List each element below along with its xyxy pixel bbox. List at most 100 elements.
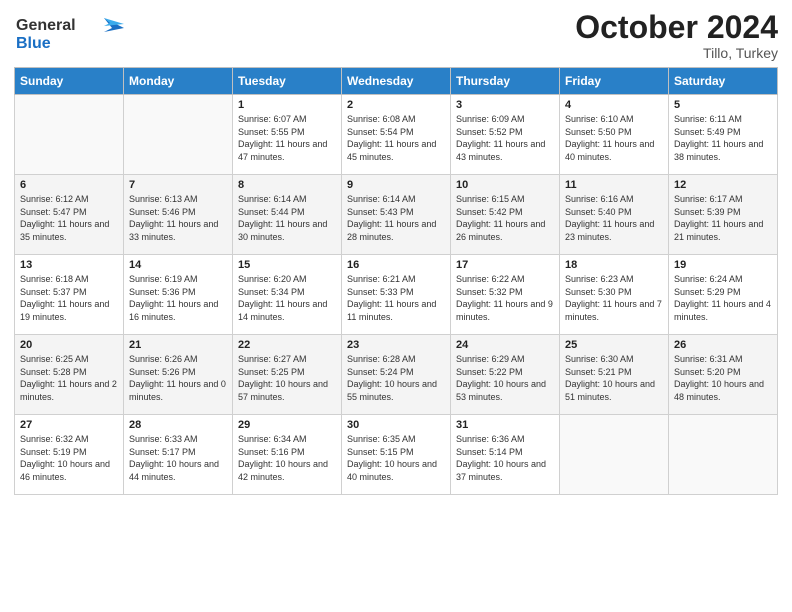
day-number: 19: [674, 259, 772, 271]
day-number: 4: [565, 99, 663, 111]
calendar-cell: 27 Sunrise: 6:32 AM Sunset: 5:19 PM Dayli…: [15, 415, 124, 495]
calendar-cell: [560, 415, 669, 495]
day-info: Sunrise: 6:25 AM Sunset: 5:28 PM Dayligh…: [20, 353, 118, 403]
day-info: Sunrise: 6:17 AM Sunset: 5:39 PM Dayligh…: [674, 193, 772, 243]
calendar-cell: 22Sunrise: 6:27 AM Sunset: 5:25 PM Dayli…: [233, 335, 342, 415]
calendar-cell: 14 Sunrise: 6:19 AM Sunset: 5:36 PM Dayli…: [124, 255, 233, 335]
day-number: 28: [129, 419, 227, 431]
day-info: Sunrise: 6:30 AM Sunset: 5:21 PM Dayligh…: [565, 353, 663, 403]
calendar-cell: 17 Sunrise: 6:22 AM Sunset: 5:32 PM Dayli…: [451, 255, 560, 335]
svg-text:General: General: [16, 17, 76, 34]
calendar-cell: 7 Sunrise: 6:13 AM Sunset: 5:46 PM Daylig…: [124, 175, 233, 255]
calendar-page: General Blue October 2024 Tillo, Turkey …: [0, 0, 792, 612]
calendar-table: SundayMondayTuesdayWednesdayThursdayFrid…: [14, 67, 778, 495]
logo-text: General Blue: [14, 10, 124, 59]
calendar-cell: 3Sunrise: 6:09 AM Sunset: 5:52 PM Daylig…: [451, 95, 560, 175]
day-info: Sunrise: 6:32 AM Sunset: 5:19 PM Dayligh…: [20, 433, 118, 483]
day-number: 9: [347, 179, 445, 191]
calendar-cell: [669, 415, 778, 495]
day-number: 13: [20, 259, 118, 271]
day-number: 27: [20, 419, 118, 431]
day-info: Sunrise: 6:36 AM Sunset: 5:14 PM Dayligh…: [456, 433, 554, 483]
day-info: Sunrise: 6:13 AM Sunset: 5:46 PM Dayligh…: [129, 193, 227, 243]
day-number: 6: [20, 179, 118, 191]
calendar-cell: 11Sunrise: 6:16 AM Sunset: 5:40 PM Dayli…: [560, 175, 669, 255]
week-row-1: 1 Sunrise: 6:07 AM Sunset: 5:55 PM Daylig…: [15, 95, 778, 175]
day-number: 30: [347, 419, 445, 431]
day-info: Sunrise: 6:11 AM Sunset: 5:49 PM Dayligh…: [674, 113, 772, 163]
calendar-cell: 24 Sunrise: 6:29 AM Sunset: 5:22 PM Dayli…: [451, 335, 560, 415]
calendar-cell: 15 Sunrise: 6:20 AM Sunset: 5:34 PM Dayli…: [233, 255, 342, 335]
svg-text:Blue: Blue: [16, 35, 51, 52]
calendar-cell: 4 Sunrise: 6:10 AM Sunset: 5:50 PM Daylig…: [560, 95, 669, 175]
calendar-cell: 13 Sunrise: 6:18 AM Sunset: 5:37 PM Dayli…: [15, 255, 124, 335]
day-info: Sunrise: 6:10 AM Sunset: 5:50 PM Dayligh…: [565, 113, 663, 163]
calendar-cell: 1 Sunrise: 6:07 AM Sunset: 5:55 PM Daylig…: [233, 95, 342, 175]
calendar-cell: [15, 95, 124, 175]
day-info: Sunrise: 6:35 AM Sunset: 5:15 PM Dayligh…: [347, 433, 445, 483]
calendar-cell: 25 Sunrise: 6:30 AM Sunset: 5:21 PM Dayli…: [560, 335, 669, 415]
day-number: 24: [456, 339, 554, 351]
calendar-cell: 26 Sunrise: 6:31 AM Sunset: 5:20 PM Dayli…: [669, 335, 778, 415]
calendar-cell: 18 Sunrise: 6:23 AM Sunset: 5:30 PM Dayli…: [560, 255, 669, 335]
day-number: 15: [238, 259, 336, 271]
day-info: Sunrise: 6:16 AM Sunset: 5:40 PM Dayligh…: [565, 193, 663, 243]
header: General Blue October 2024 Tillo, Turkey: [14, 10, 778, 61]
day-info: Sunrise: 6:21 AM Sunset: 5:33 PM Dayligh…: [347, 273, 445, 323]
day-number: 21: [129, 339, 227, 351]
day-info: Sunrise: 6:14 AM Sunset: 5:43 PM Dayligh…: [347, 193, 445, 243]
calendar-cell: 9 Sunrise: 6:14 AM Sunset: 5:43 PM Daylig…: [342, 175, 451, 255]
day-number: 10: [456, 179, 554, 191]
title-block: October 2024 Tillo, Turkey: [575, 10, 778, 61]
day-info: Sunrise: 6:28 AM Sunset: 5:24 PM Dayligh…: [347, 353, 445, 403]
day-number: 25: [565, 339, 663, 351]
day-number: 1: [238, 99, 336, 111]
week-row-5: 27 Sunrise: 6:32 AM Sunset: 5:19 PM Dayli…: [15, 415, 778, 495]
day-info: Sunrise: 6:20 AM Sunset: 5:34 PM Dayligh…: [238, 273, 336, 323]
day-header-tuesday: Tuesday: [233, 68, 342, 95]
day-info: Sunrise: 6:07 AM Sunset: 5:55 PM Dayligh…: [238, 113, 336, 163]
location: Tillo, Turkey: [575, 45, 778, 61]
day-info: Sunrise: 6:29 AM Sunset: 5:22 PM Dayligh…: [456, 353, 554, 403]
day-header-thursday: Thursday: [451, 68, 560, 95]
day-number: 17: [456, 259, 554, 271]
day-number: 18: [565, 259, 663, 271]
day-info: Sunrise: 6:18 AM Sunset: 5:37 PM Dayligh…: [20, 273, 118, 323]
calendar-cell: 21 Sunrise: 6:26 AM Sunset: 5:26 PM Dayli…: [124, 335, 233, 415]
day-number: 20: [20, 339, 118, 351]
day-number: 31: [456, 419, 554, 431]
day-number: 5: [674, 99, 772, 111]
day-info: Sunrise: 6:23 AM Sunset: 5:30 PM Dayligh…: [565, 273, 663, 323]
day-number: 14: [129, 259, 227, 271]
calendar-cell: 31 Sunrise: 6:36 AM Sunset: 5:14 PM Dayli…: [451, 415, 560, 495]
day-number: 29: [238, 419, 336, 431]
day-info: Sunrise: 6:33 AM Sunset: 5:17 PM Dayligh…: [129, 433, 227, 483]
day-info: Sunrise: 6:15 AM Sunset: 5:42 PM Dayligh…: [456, 193, 554, 243]
header-row: SundayMondayTuesdayWednesdayThursdayFrid…: [15, 68, 778, 95]
calendar-cell: 10 Sunrise: 6:15 AM Sunset: 5:42 PM Dayli…: [451, 175, 560, 255]
day-info: Sunrise: 6:22 AM Sunset: 5:32 PM Dayligh…: [456, 273, 554, 323]
calendar-cell: 12 Sunrise: 6:17 AM Sunset: 5:39 PM Dayli…: [669, 175, 778, 255]
calendar-cell: 23Sunrise: 6:28 AM Sunset: 5:24 PM Dayli…: [342, 335, 451, 415]
day-header-friday: Friday: [560, 68, 669, 95]
day-number: 2: [347, 99, 445, 111]
calendar-cell: 2 Sunrise: 6:08 AM Sunset: 5:54 PM Daylig…: [342, 95, 451, 175]
day-info: Sunrise: 6:31 AM Sunset: 5:20 PM Dayligh…: [674, 353, 772, 403]
day-info: Sunrise: 6:14 AM Sunset: 5:44 PM Dayligh…: [238, 193, 336, 243]
day-info: Sunrise: 6:26 AM Sunset: 5:26 PM Dayligh…: [129, 353, 227, 403]
calendar-cell: 28 Sunrise: 6:33 AM Sunset: 5:17 PM Dayli…: [124, 415, 233, 495]
day-number: 7: [129, 179, 227, 191]
day-info: Sunrise: 6:24 AM Sunset: 5:29 PM Dayligh…: [674, 273, 772, 323]
calendar-cell: 6 Sunrise: 6:12 AM Sunset: 5:47 PM Daylig…: [15, 175, 124, 255]
day-info: Sunrise: 6:12 AM Sunset: 5:47 PM Dayligh…: [20, 193, 118, 243]
calendar-cell: 8Sunrise: 6:14 AM Sunset: 5:44 PM Daylig…: [233, 175, 342, 255]
day-number: 12: [674, 179, 772, 191]
day-header-sunday: Sunday: [15, 68, 124, 95]
day-number: 26: [674, 339, 772, 351]
calendar-cell: 19 Sunrise: 6:24 AM Sunset: 5:29 PM Dayli…: [669, 255, 778, 335]
day-header-monday: Monday: [124, 68, 233, 95]
week-row-3: 13 Sunrise: 6:18 AM Sunset: 5:37 PM Dayli…: [15, 255, 778, 335]
day-info: Sunrise: 6:19 AM Sunset: 5:36 PM Dayligh…: [129, 273, 227, 323]
logo: General Blue: [14, 10, 124, 59]
day-info: Sunrise: 6:08 AM Sunset: 5:54 PM Dayligh…: [347, 113, 445, 163]
